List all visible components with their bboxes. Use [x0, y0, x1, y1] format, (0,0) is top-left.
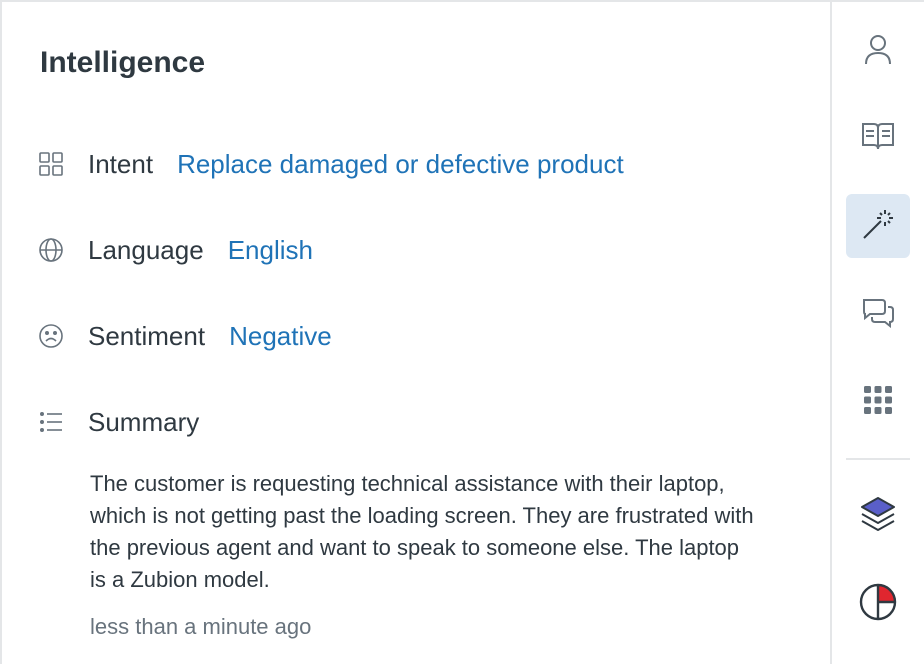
rail-knowledge-button[interactable] — [846, 106, 910, 170]
rail-chart-app-button[interactable] — [846, 572, 910, 636]
sentiment-value[interactable]: Negative — [229, 321, 332, 352]
summary-text: The customer is requesting technical ass… — [90, 471, 754, 592]
sad-face-icon — [38, 322, 66, 350]
globe-icon — [38, 236, 66, 264]
apps-grid-icon — [863, 385, 893, 420]
rail-user-button[interactable] — [846, 20, 910, 84]
sentiment-label: Sentiment — [88, 320, 206, 351]
grid-icon — [38, 150, 66, 178]
language-row: Language English — [38, 230, 313, 270]
rail-layers-app-button[interactable] — [846, 484, 910, 548]
layers-icon — [859, 495, 897, 538]
intent-value[interactable]: Replace damaged or defective product — [177, 149, 624, 180]
rail-apps-button[interactable] — [846, 370, 910, 434]
language-value[interactable]: English — [228, 235, 313, 266]
pie-chart-icon — [859, 583, 897, 626]
summary-row: Summary — [38, 402, 223, 442]
language-label: Language — [88, 234, 204, 265]
list-icon — [38, 408, 66, 436]
magic-wand-icon — [861, 207, 895, 246]
summary-timestamp: less than a minute ago — [90, 614, 312, 639]
rail-intelligence-button[interactable] — [846, 194, 910, 258]
rail-conversations-button[interactable] — [846, 282, 910, 346]
right-rail — [832, 0, 924, 664]
user-icon — [863, 34, 893, 71]
book-icon — [861, 121, 895, 156]
rail-separator — [846, 458, 910, 460]
panel-title: Intelligence — [40, 46, 206, 79]
chat-bubbles-icon — [861, 296, 895, 333]
intent-row: Intent Replace damaged or defective prod… — [38, 144, 624, 184]
sentiment-row: Sentiment Negative — [38, 316, 332, 356]
intent-label: Intent — [88, 148, 154, 179]
intelligence-panel: Intelligence Intent Replace damaged or d… — [2, 2, 830, 664]
summary-label: Summary — [88, 406, 200, 437]
